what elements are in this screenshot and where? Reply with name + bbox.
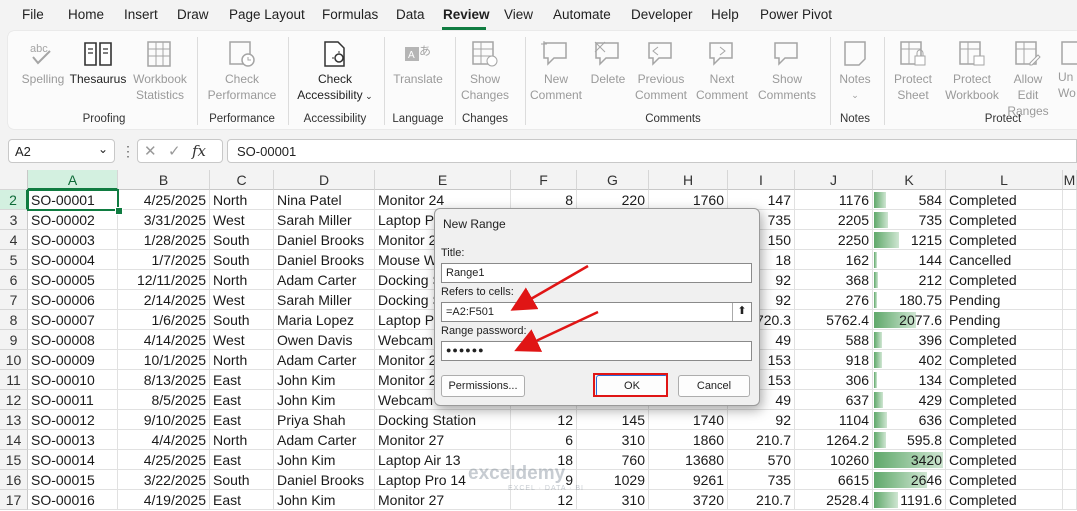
arrow-to-password xyxy=(514,310,599,352)
arrow-to-refers xyxy=(510,264,589,311)
annotation-arrows xyxy=(510,264,599,352)
